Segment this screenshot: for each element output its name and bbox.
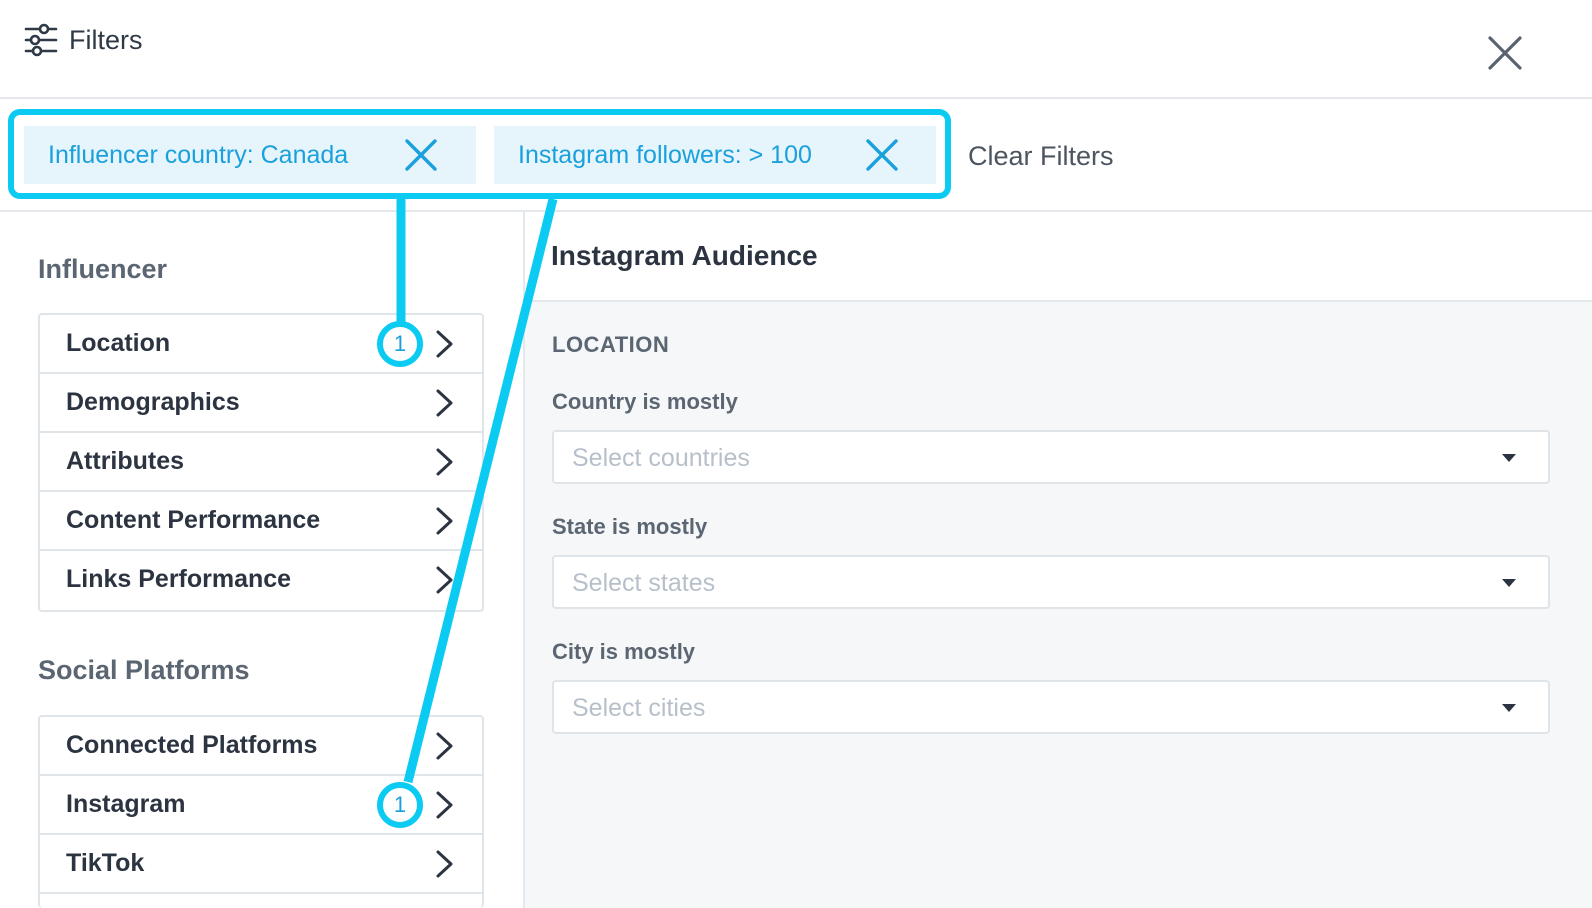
chevron-right-icon (436, 330, 453, 358)
sidebar-item-tiktok[interactable]: TikTok (40, 835, 482, 894)
sidebar-item-label: Connected Platforms (66, 731, 318, 759)
sidebar-item-attributes[interactable]: Attributes (40, 433, 482, 492)
chevron-right-icon (436, 448, 453, 476)
chevron-right-icon (436, 566, 453, 594)
close-icon[interactable] (1486, 34, 1526, 74)
sidebar-item-content-performance[interactable]: Content Performance (40, 492, 482, 551)
filter-detail-panel: Instagram Audience LOCATION Country is m… (523, 212, 1592, 908)
sidebar-item-label: Links Performance (66, 565, 292, 593)
sidebar-item-label: Content Performance (66, 506, 321, 534)
city-select[interactable]: Select cities (552, 680, 1550, 734)
instagram-count-badge: 1 (377, 782, 423, 828)
select-placeholder: Select states (572, 569, 716, 597)
chevron-right-icon (436, 389, 453, 417)
city-field-label: City is mostly (552, 639, 696, 664)
panel-body: LOCATION Country is mostly Select countr… (525, 302, 1592, 908)
panel-header: Instagram Audience (525, 212, 1592, 302)
chips-highlight-outline (8, 109, 951, 199)
chevron-right-icon (436, 732, 453, 760)
social-platforms-section-title: Social Platforms (38, 655, 250, 685)
caret-down-icon (1502, 454, 1516, 462)
chevron-right-icon (436, 850, 453, 878)
caret-down-icon (1502, 579, 1516, 587)
sidebar-item-demographics[interactable]: Demographics (40, 374, 482, 433)
chevron-right-icon (436, 791, 453, 819)
state-select[interactable]: Select states (552, 555, 1550, 609)
state-field-label: State is mostly (552, 514, 708, 539)
sidebar-item-links-performance[interactable]: Links Performance (40, 551, 482, 610)
select-placeholder: Select cities (572, 694, 706, 722)
influencer-section-title: Influencer (38, 254, 168, 284)
sidebar-item-label: TikTok (66, 849, 145, 877)
location-section-heading: LOCATION (552, 332, 670, 357)
chevron-right-icon (436, 507, 453, 535)
sidebar-item-label: Instagram (66, 790, 186, 818)
panel-title: Instagram Audience (551, 240, 818, 271)
sidebar-item-label: Location (66, 329, 171, 357)
page-title: Filters (69, 25, 143, 55)
sliders-icon (24, 23, 58, 57)
caret-down-icon (1502, 704, 1516, 712)
country-field-label: Country is mostly (552, 389, 738, 414)
sidebar-item-connected-platforms[interactable]: Connected Platforms (40, 717, 482, 776)
country-select[interactable]: Select countries (552, 430, 1550, 484)
clear-filters-button[interactable]: Clear Filters (968, 138, 1114, 174)
location-count-badge: 1 (377, 321, 423, 367)
header-divider (0, 97, 1592, 99)
sidebar-item-label: Demographics (66, 388, 240, 416)
sidebar-item-label: Attributes (66, 447, 185, 475)
select-placeholder: Select countries (572, 444, 750, 472)
